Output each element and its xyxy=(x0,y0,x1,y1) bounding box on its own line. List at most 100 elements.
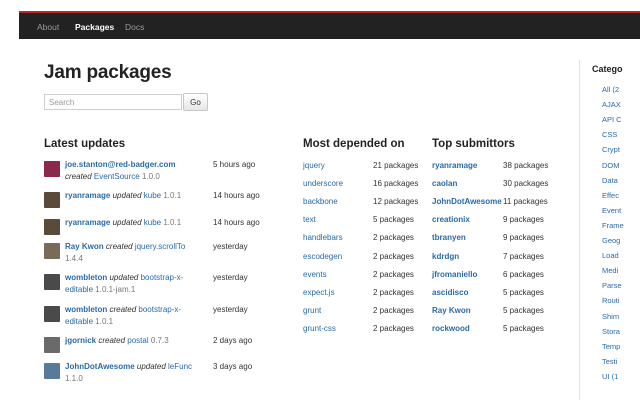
update-package-link[interactable]: EventSource xyxy=(94,172,140,181)
nav-docs[interactable]: Docs xyxy=(125,22,144,32)
depended-package-link[interactable]: grunt xyxy=(303,305,321,317)
depended-package-link[interactable]: backbone xyxy=(303,196,338,208)
depended-package-link[interactable]: escodegen xyxy=(303,251,342,263)
avatar xyxy=(44,337,60,353)
update-user-link[interactable]: joe.stanton@red-badger.com xyxy=(65,160,175,169)
update-version: 1.0.1-jam.1 xyxy=(95,285,136,294)
category-link[interactable]: AJAX xyxy=(602,100,621,109)
submittor-user-link[interactable]: kdrdgn xyxy=(432,251,459,263)
avatar xyxy=(44,243,60,259)
avatar xyxy=(44,192,60,208)
navbar: About Packages Docs xyxy=(19,11,640,39)
update-action: created xyxy=(109,305,137,314)
avatar xyxy=(44,363,60,379)
depended-package-link[interactable]: underscore xyxy=(303,178,343,190)
category-link[interactable]: Load xyxy=(602,251,619,260)
category-link[interactable]: CSS xyxy=(602,130,617,139)
update-package-link[interactable]: jquery.scrollTo xyxy=(135,242,186,251)
depended-package-link[interactable]: jquery xyxy=(303,160,325,172)
update-body: wombleton created bootstrap-x-editable 1… xyxy=(65,304,205,328)
depended-package-link[interactable]: text xyxy=(303,214,316,226)
top-submittors-title: Top submittors xyxy=(432,138,515,150)
category-link[interactable]: Effec xyxy=(602,191,619,200)
update-user-link[interactable]: jgornick xyxy=(65,336,96,345)
category-link[interactable]: Data xyxy=(602,176,618,185)
update-body: joe.stanton@red-badger.com created Event… xyxy=(65,159,205,183)
category-link[interactable]: All (2 xyxy=(602,85,619,94)
latest-updates-title: Latest updates xyxy=(44,138,126,150)
category-link[interactable]: Parse xyxy=(602,281,622,290)
update-action: updated xyxy=(136,362,166,371)
avatar xyxy=(44,161,60,177)
page-title: Jam packages xyxy=(44,62,172,83)
nav-packages[interactable]: Packages xyxy=(75,22,114,32)
update-user-link[interactable]: Ray Kwon xyxy=(65,242,104,251)
category-link[interactable]: Crypt xyxy=(602,145,620,154)
depended-count: 2 packages xyxy=(373,251,414,261)
update-version: 1.0.1 xyxy=(95,317,114,326)
depended-count: 2 packages xyxy=(373,305,414,315)
update-body: wombleton updated bootstrap-x-editable 1… xyxy=(65,272,205,296)
category-link[interactable]: Event xyxy=(602,206,621,215)
submittor-user-link[interactable]: Ray Kwon xyxy=(432,305,471,317)
category-link[interactable]: Shim xyxy=(602,312,619,321)
submittor-user-link[interactable]: caolan xyxy=(432,178,457,190)
update-user-link[interactable]: ryanramage xyxy=(65,218,110,227)
submittor-count: 5 packages xyxy=(503,305,544,315)
category-link[interactable]: API C xyxy=(602,115,622,124)
submittor-count: 38 packages xyxy=(503,161,549,170)
depended-count: 21 packages xyxy=(373,161,419,170)
submittor-user-link[interactable]: ryanramage xyxy=(432,160,477,172)
category-link[interactable]: DOM xyxy=(602,161,620,170)
category-link[interactable]: UI (1 xyxy=(602,372,618,381)
update-package-link[interactable]: leFunc xyxy=(168,362,192,371)
depended-package-link[interactable]: expect.js xyxy=(303,287,335,299)
submittor-user-link[interactable]: ascidisco xyxy=(432,287,468,299)
update-user-link[interactable]: wombleton xyxy=(65,305,107,314)
update-action: created xyxy=(65,172,92,181)
submittor-user-link[interactable]: JohnDotAwesome xyxy=(432,196,502,208)
depended-package-link[interactable]: grunt-css xyxy=(303,323,336,335)
submittor-user-link[interactable]: jfromaniello xyxy=(432,269,477,281)
submittor-count: 9 packages xyxy=(503,215,544,225)
submittor-count: 9 packages xyxy=(503,233,544,243)
update-package-link[interactable]: kube xyxy=(144,218,161,227)
update-version: 1.4.4 xyxy=(65,254,83,263)
update-body: JohnDotAwesome updated leFunc 1.1.0 xyxy=(65,361,205,385)
update-user-link[interactable]: ryanramage xyxy=(65,191,110,200)
submittor-user-link[interactable]: tbranyen xyxy=(432,232,466,244)
avatar xyxy=(44,306,60,322)
submittor-user-link[interactable]: creationix xyxy=(432,214,470,226)
update-body: ryanramage updated kube 1.0.1 xyxy=(65,217,205,229)
update-body: ryanramage updated kube 1.0.1 xyxy=(65,190,205,202)
category-link[interactable]: Stora xyxy=(602,327,620,336)
category-link[interactable]: Testi xyxy=(602,357,617,366)
depended-count: 12 packages xyxy=(373,197,419,207)
update-body: Ray Kwon created jquery.scrollTo 1.4.4 xyxy=(65,241,205,265)
submittor-count: 30 packages xyxy=(503,179,549,189)
update-package-link[interactable]: postal xyxy=(127,336,148,345)
go-button[interactable]: Go xyxy=(183,93,208,111)
update-user-link[interactable]: wombleton xyxy=(65,273,107,282)
update-time: 14 hours ago xyxy=(213,191,260,200)
update-time: yesterday xyxy=(213,242,248,251)
category-link[interactable]: Medi xyxy=(602,266,618,275)
update-user-link[interactable]: JohnDotAwesome xyxy=(65,362,135,371)
depended-count: 2 packages xyxy=(373,269,414,279)
avatar xyxy=(44,219,60,235)
category-link[interactable]: Geog xyxy=(602,236,620,245)
category-link[interactable]: Frame xyxy=(602,221,624,230)
category-link[interactable]: Temp xyxy=(602,342,620,351)
depended-package-link[interactable]: handlebars xyxy=(303,232,343,244)
category-link[interactable]: Routi xyxy=(602,296,620,305)
submittor-count: 7 packages xyxy=(503,251,544,261)
depended-package-link[interactable]: events xyxy=(303,269,327,281)
nav-about[interactable]: About xyxy=(37,22,59,32)
update-package-link[interactable]: kube xyxy=(144,191,161,200)
update-action: updated xyxy=(112,218,142,227)
update-action: updated xyxy=(112,191,142,200)
top-bar: About Packages Docs xyxy=(0,0,640,40)
search-input[interactable] xyxy=(44,94,182,110)
depended-count: 5 packages xyxy=(373,215,414,225)
submittor-user-link[interactable]: rockwood xyxy=(432,323,470,335)
